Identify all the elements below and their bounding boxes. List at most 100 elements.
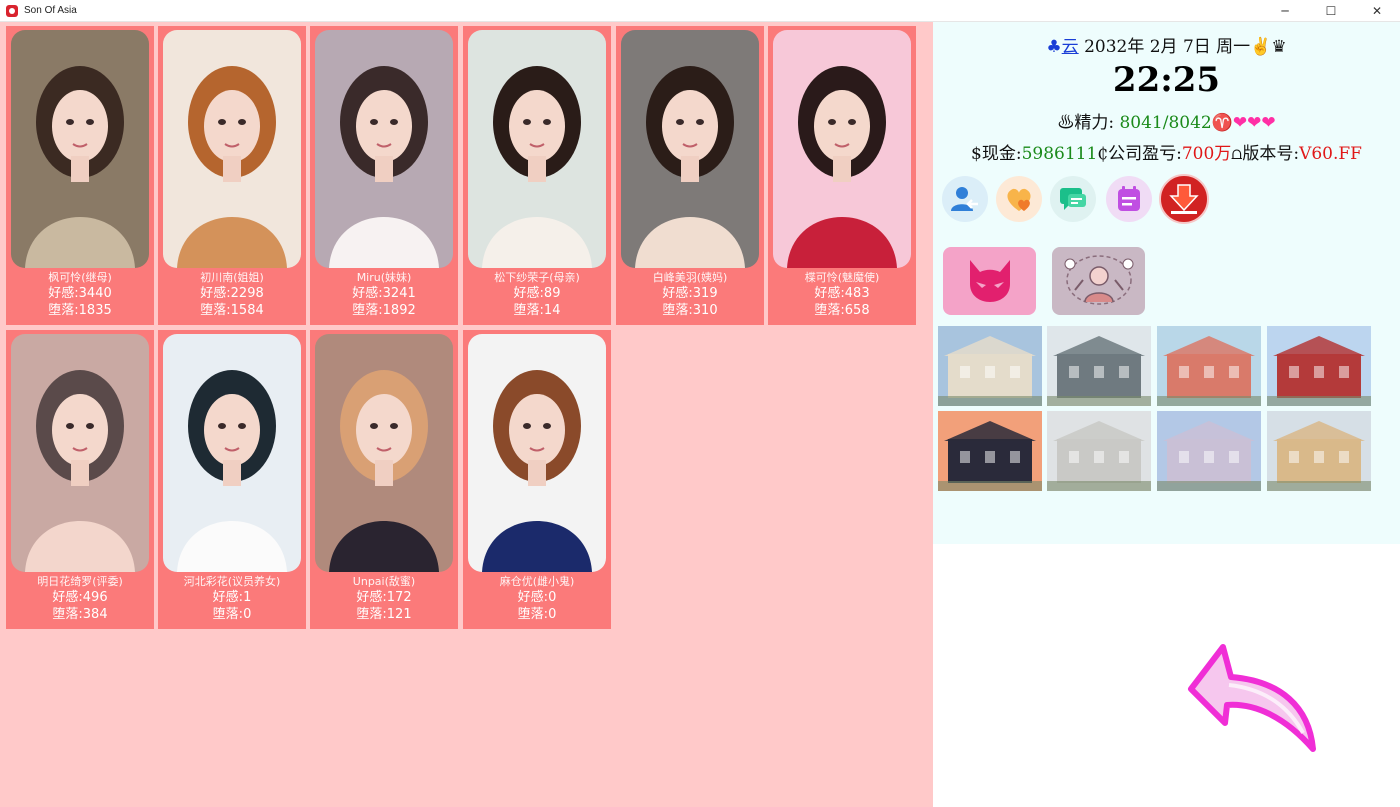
affection-value: 319 [692,286,718,301]
weather-link[interactable]: 云 [1062,37,1079,57]
affection-label: 好感 [212,590,239,605]
affection-label: 好感 [356,590,383,605]
beach-pier-thumb[interactable] [1267,411,1371,491]
affection-stat: 好感:172 [356,590,412,605]
bank-thumb[interactable] [1047,411,1151,491]
affection-label: 好感 [662,286,689,301]
character-name: 楪可怜(魅魔使) [804,271,880,284]
character-portrait[interactable] [315,334,453,572]
city-skyline-thumb[interactable] [938,411,1042,491]
app-logo-icon [6,4,18,17]
character-portrait[interactable] [773,30,911,268]
window-title: Son Of Asia [24,5,77,16]
affection-value: 483 [844,286,870,301]
character-name: 白峰美羽(姨妈) [652,271,728,284]
calendar-icon [1118,186,1140,211]
affection-label: 好感 [517,590,544,605]
download-button[interactable] [1159,174,1209,224]
energy-value: 8041/8042 [1119,113,1212,133]
character-card-macang[interactable]: 麻仓优(雌小鬼) 好感:0 堕落:0 [463,330,611,629]
character-portrait[interactable] [163,30,301,268]
character-portrait[interactable] [11,334,149,572]
character-card-hebei[interactable]: 河北彩花(议员养女) 好感:1 堕落:0 [158,330,306,629]
corruption-value: 310 [692,303,718,318]
contacts-button[interactable] [942,176,988,222]
character-portrait[interactable] [163,334,301,572]
character-card-mingrihua[interactable]: 明日花绮罗(评委) 好感:496 堕落:384 [6,330,154,629]
back-arrow-icon[interactable] [1185,637,1325,757]
corruption-label: 堕落 [513,303,540,318]
corruption-value: 1835 [78,303,112,318]
corruption-value: 0 [548,607,557,622]
character-card-yekelian[interactable]: 楪可怜(魅魔使) 好感:483 堕落:658 [768,26,916,325]
affection-label: 好感 [200,286,227,301]
affection-value: 172 [386,590,412,605]
minimize-button[interactable]: ─ [1262,0,1308,22]
character-name: 松下纱荣子(母亲) [494,271,580,284]
chat-button[interactable] [1050,176,1096,222]
chat-icon [1060,188,1086,210]
profit-label: ₵公司盈亏: [1097,144,1182,164]
affection-value: 2298 [230,286,264,301]
character-portrait[interactable] [468,30,606,268]
demon-mode-icon [969,260,1010,302]
calendar-button[interactable] [1106,176,1152,222]
energy-sign: ♈ [1211,113,1233,133]
character-portrait[interactable] [315,30,453,268]
corruption-stat: 堕落:0 [517,607,557,622]
social-network-button[interactable] [1052,247,1145,315]
demon-mode-button[interactable] [943,247,1036,315]
corruption-value: 384 [82,607,108,622]
cash-label: $现金: [971,144,1022,164]
weather-icon: ♣ [1046,37,1062,57]
mall-interior-thumb[interactable] [1047,326,1151,406]
character-card-fengkelian[interactable]: 枫可怜(继母) 好感:3440 堕落:1835 [6,26,154,325]
game-date: 2032年 2月 7日 周一 [1084,37,1251,57]
affection-value: 1 [243,590,252,605]
red-building-thumb[interactable] [1267,326,1371,406]
character-portrait[interactable] [468,334,606,572]
corruption-label: 堕落 [517,607,544,622]
corruption-value: 121 [386,607,412,622]
affection-stat: 好感:319 [662,286,718,301]
character-card-miru[interactable]: Miru(妹妹) 好感:3241 堕落:1892 [310,26,458,325]
character-portrait[interactable] [621,30,759,268]
mansion-thumb[interactable] [938,326,1042,406]
money-line: $现金:5986111₵公司盈亏:700万⩍版本号:V60.FF [933,139,1400,164]
download-icon [1169,184,1199,214]
energy-line: ♨精力: 8041/8042♈❤❤❤ [933,108,1400,133]
character-name: 麻仓优(雌小鬼) [499,575,575,588]
hospital-thumb[interactable] [1157,326,1261,406]
character-card-unpai[interactable]: Unpai(敌蜜) 好感:172 堕落:121 [310,330,458,629]
corruption-label: 堕落 [200,303,227,318]
character-card-songxia[interactable]: 松下纱荣子(母亲) 好感:89 堕落:14 [463,26,611,325]
affection-label: 好感 [52,590,79,605]
character-name: 枫可怜(继母) [48,271,112,284]
corruption-stat: 堕落:1835 [48,303,112,318]
affection-stat: 好感:1 [212,590,252,605]
affection-stat: 好感:3241 [352,286,416,301]
corruption-stat: 堕落:310 [662,303,718,318]
corruption-stat: 堕落:384 [52,607,108,622]
corruption-stat: 堕落:0 [212,607,252,622]
favorites-button[interactable] [996,176,1042,222]
character-card-chuchuannan[interactable]: 初川南(姐姐) 好感:2298 堕落:1584 [158,26,306,325]
social-network-icon [1064,255,1133,305]
affection-stat: 好感:496 [52,590,108,605]
character-card-baifeng[interactable]: 白峰美羽(姨妈) 好感:319 堕落:310 [616,26,764,325]
affection-value: 496 [82,590,108,605]
townhouse-thumb[interactable] [1157,411,1261,491]
affection-stat: 好感:0 [517,590,557,605]
maximize-button[interactable]: ☐ [1308,0,1354,22]
game-clock: 22:25 [1112,60,1221,100]
corruption-label: 堕落 [356,607,383,622]
corruption-label: 堕落 [814,303,841,318]
close-button[interactable]: ✕ [1354,0,1400,22]
corruption-stat: 堕落:1584 [200,303,264,318]
character-portrait[interactable] [11,30,149,268]
energy-label: ♨精力: [1057,113,1120,133]
character-name: 明日花绮罗(评委) [37,575,123,588]
corruption-stat: 堕落:14 [513,303,561,318]
affection-stat: 好感:483 [814,286,870,301]
affection-value: 3241 [382,286,416,301]
